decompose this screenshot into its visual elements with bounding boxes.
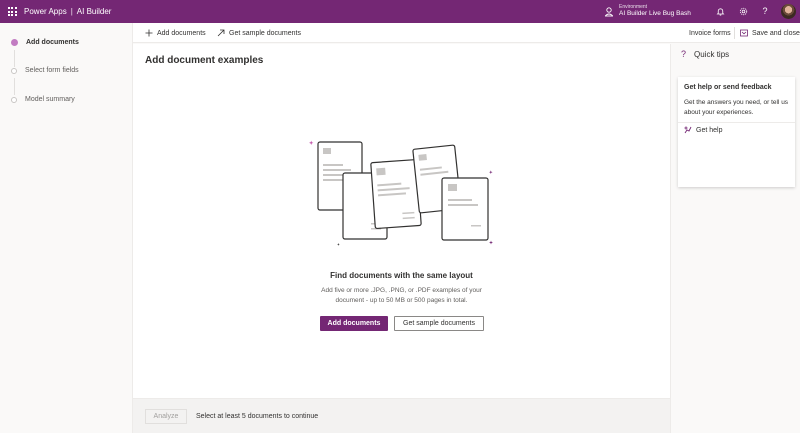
- page-title: Add document examples: [145, 55, 264, 66]
- document-illustration: [370, 159, 422, 230]
- card-divider: [678, 122, 795, 123]
- steps-panel: Add documents Select form fields Model s…: [0, 23, 133, 433]
- step-select-form-fields[interactable]: Select form fields: [11, 67, 79, 74]
- command-divider: [734, 27, 735, 39]
- step-model-summary[interactable]: Model summary: [11, 96, 75, 103]
- app-brand: Power Apps | AI Builder: [24, 7, 111, 16]
- help-card-body: Get the answers you need, or tell us abo…: [684, 99, 789, 116]
- add-icon: [145, 29, 153, 37]
- get-help-link[interactable]: Get help: [684, 126, 722, 134]
- avatar[interactable]: [781, 4, 796, 19]
- get-sample-documents-label: Get sample documents: [229, 29, 301, 37]
- step-label: Model summary: [25, 96, 75, 103]
- footer-bar: Analyze Select at least 5 documents to c…: [133, 398, 670, 433]
- environment-picker[interactable]: Environment AI Builder Live Bug Bash: [604, 3, 691, 20]
- add-documents-label: Add documents: [157, 29, 206, 37]
- feedback-icon: [684, 126, 692, 134]
- bell-icon[interactable]: [714, 5, 726, 17]
- help-card: Get help or send feedback Get the answer…: [678, 77, 795, 187]
- get-sample-documents-button[interactable]: Get sample documents: [394, 316, 484, 331]
- quick-tips-title: Quick tips: [694, 49, 730, 59]
- help-card-title: Get help or send feedback: [684, 84, 772, 91]
- quick-tips-panel: ? Quick tips Get help or send feedback G…: [670, 44, 800, 433]
- save-and-close-button[interactable]: Save and close: [740, 23, 800, 43]
- product-name: AI Builder: [76, 7, 112, 16]
- brand-separator: |: [70, 7, 73, 16]
- question-icon: ?: [681, 49, 687, 59]
- sparkle-icon: [309, 140, 314, 146]
- footer-message: Select at least 5 documents to continue: [196, 413, 319, 420]
- waffle-icon[interactable]: [0, 0, 24, 23]
- get-help-label: Get help: [696, 126, 723, 134]
- sparkle-icon: [489, 240, 493, 245]
- get-sample-documents-command[interactable]: Get sample documents: [217, 23, 301, 43]
- save-close-icon: [740, 29, 748, 37]
- gear-icon[interactable]: [737, 5, 749, 17]
- model-type-label: Invoice forms: [689, 29, 731, 37]
- step-indicator: [11, 96, 17, 103]
- environment-label: Environment: [619, 4, 648, 11]
- help-icon[interactable]: ?: [759, 5, 771, 17]
- document-illustration: [441, 177, 489, 241]
- environment-name: AI Builder Live Bug Bash: [619, 10, 691, 18]
- step-connector: [14, 78, 15, 95]
- step-label: Add documents: [26, 39, 79, 46]
- step-add-documents[interactable]: Add documents: [11, 39, 79, 46]
- app-name[interactable]: Power Apps: [24, 7, 67, 16]
- step-indicator: [11, 67, 17, 74]
- top-bar: Power Apps | AI Builder Environment AI B…: [0, 0, 800, 23]
- add-documents-button[interactable]: Add documents: [320, 316, 388, 331]
- documents-illustration: [309, 140, 493, 246]
- environment-icon: [604, 6, 614, 16]
- sparkle-icon: [337, 243, 340, 246]
- arrow-up-right-icon: [217, 29, 225, 37]
- add-documents-command[interactable]: Add documents: [145, 23, 206, 43]
- step-connector: [14, 50, 15, 67]
- quick-tips-header: ? Quick tips: [681, 49, 729, 59]
- command-bar: Add documents Get sample documents Invoi…: [133, 23, 800, 43]
- analyze-button[interactable]: Analyze: [145, 409, 187, 424]
- sparkle-icon: [489, 170, 493, 174]
- step-indicator: [11, 39, 18, 46]
- main-content: Add document examples Find documents wit…: [133, 44, 670, 433]
- empty-state-description: Add five or more .JPG, .PNG, or .PDF exa…: [321, 287, 482, 304]
- save-and-close-label: Save and close: [752, 29, 800, 37]
- step-label: Select form fields: [25, 67, 79, 74]
- empty-state-title: Find documents with the same layout: [330, 271, 473, 280]
